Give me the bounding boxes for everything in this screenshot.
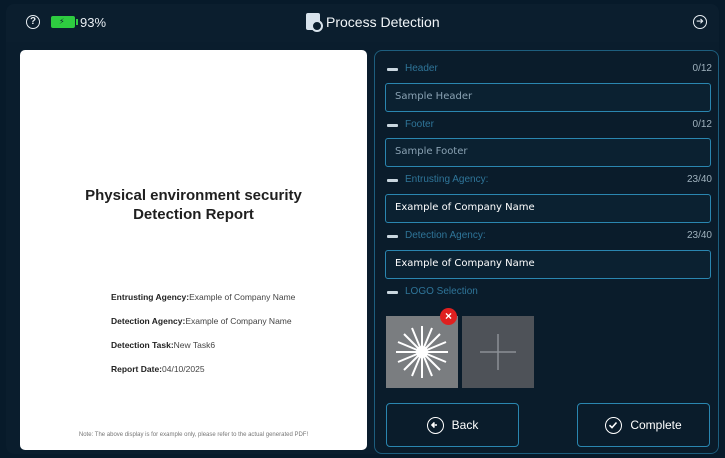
char-count: 0/12 [692,63,712,74]
collapse-icon [387,124,398,127]
plus-icon [480,334,516,370]
section-header-entrusting-agency[interactable]: Entrusting Agency: 23/40 [387,173,712,187]
meta-label: Detection Agency: [111,316,186,326]
device-screen: ? ⚡ 93% Process Detection ➔ Physical env… [6,4,719,454]
battery-icon: ⚡ [51,16,78,28]
collapse-icon [387,68,398,71]
footer-input[interactable]: Sample Footer [385,138,711,167]
section-label: Footer [405,119,434,130]
char-count: 0/12 [692,119,712,130]
collapse-icon [387,179,398,182]
report-settings-panel: Header 0/12 Sample Header Footer 0/12 Sa… [374,50,719,454]
section-header-detection-agency[interactable]: Detection Agency: 23/40 [387,229,712,243]
section-label: Detection Agency: [405,230,486,241]
section-header-header[interactable]: Header 0/12 [387,62,712,76]
exit-icon[interactable]: ➔ [693,15,707,29]
section-header-footer[interactable]: Footer 0/12 [387,118,712,132]
report-title-line-2: Detection Report [133,206,254,223]
meta-detection-agency: Detection Agency:Example of Company Name [111,316,295,326]
report-preview: Physical environment security Detection … [20,50,367,450]
collapse-icon [387,291,398,294]
top-bar: ? ⚡ 93% Process Detection ➔ [6,4,719,42]
report-meta: Entrusting Agency:Example of Company Nam… [111,292,295,388]
preview-note: Note: The above display is for example o… [78,432,309,438]
meta-value: Example of Company Name [185,316,292,326]
starburst-logo-icon [396,326,448,378]
back-arrow-icon [426,416,444,434]
section-label: LOGO Selection [405,286,478,297]
section-label: Header [405,63,438,74]
help-icon[interactable]: ? [26,15,40,29]
meta-detection-task: Detection Task:New Task6 [111,340,295,350]
meta-label: Entrusting Agency: [111,292,190,302]
battery-percent: 93% [80,15,107,30]
add-logo-button[interactable] [462,316,534,388]
char-count: 23/40 [686,174,712,185]
meta-value: New Task6 [173,340,216,350]
complete-button[interactable]: Complete [577,403,710,447]
detection-agency-input[interactable]: Example of Company Name [385,250,711,279]
page-title-group: Process Detection [306,13,440,32]
header-input[interactable]: Sample Header [385,83,711,112]
document-search-icon [306,13,323,32]
meta-value: 04/10/2025 [162,364,205,374]
report-title: Physical environment security Detection … [20,186,367,224]
page-title: Process Detection [326,13,440,30]
check-circle-icon [605,416,623,434]
meta-value: Example of Company Name [189,292,296,302]
back-button[interactable]: Back [386,403,519,447]
meta-label: Detection Task: [111,340,174,350]
collapse-icon [387,235,398,238]
logo-thumbnail[interactable]: × [386,308,458,388]
section-header-logo-selection[interactable]: LOGO Selection [387,285,712,299]
meta-report-date: Report Date:04/10/2025 [111,364,295,374]
char-count: 23/40 [686,230,712,241]
meta-label: Report Date: [111,364,163,374]
section-label: Entrusting Agency: [405,174,489,185]
entrusting-agency-input[interactable]: Example of Company Name [385,194,711,223]
report-title-line-1: Physical environment security [85,187,302,204]
complete-label: Complete [630,418,682,432]
back-label: Back [451,418,479,432]
meta-entrusting-agency: Entrusting Agency:Example of Company Nam… [111,292,295,302]
remove-logo-icon[interactable]: × [440,308,457,325]
